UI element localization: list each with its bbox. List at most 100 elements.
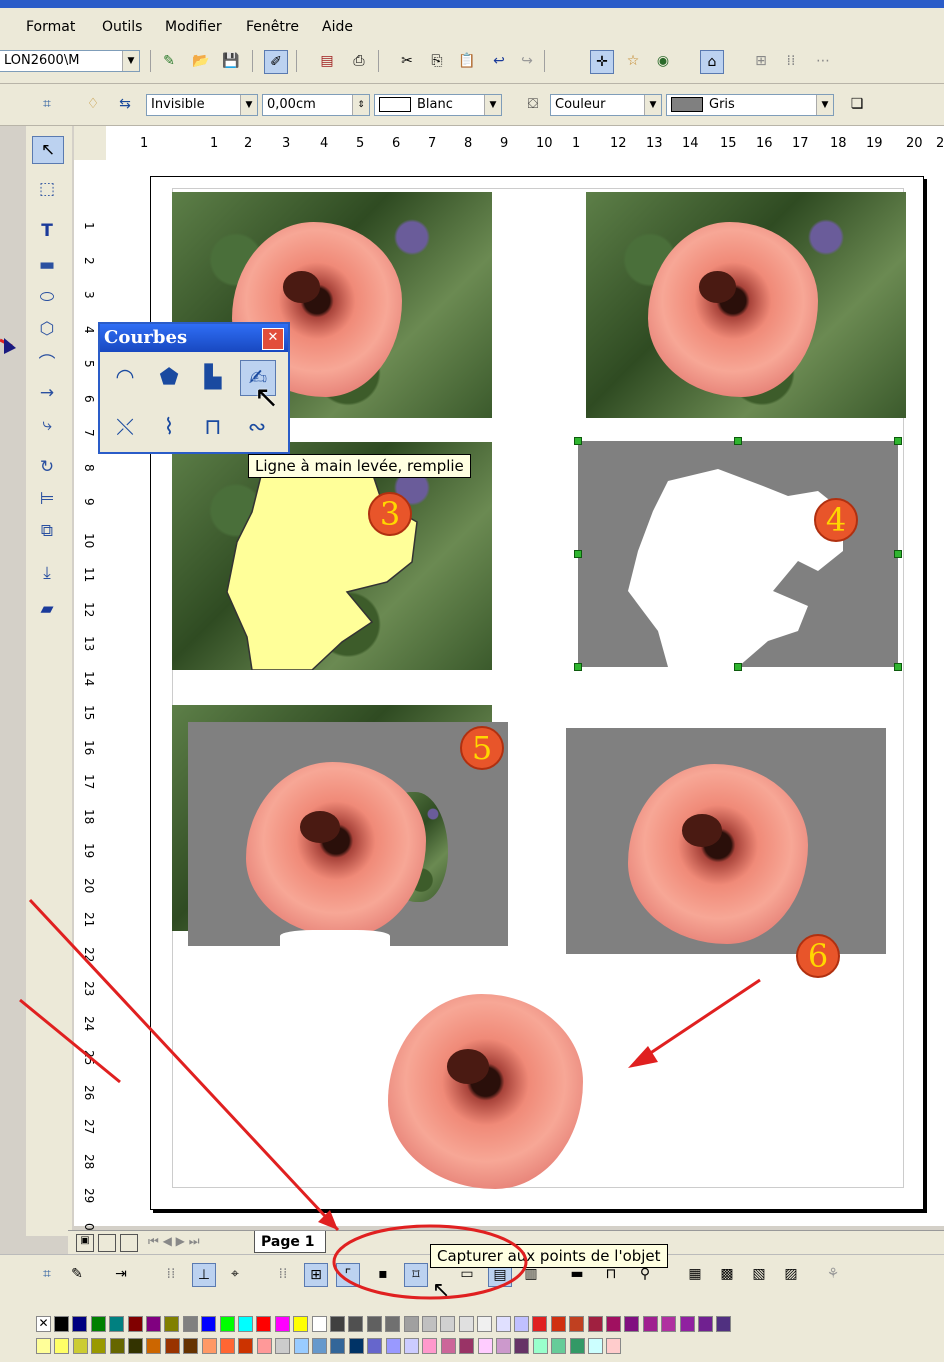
color-swatch[interactable] — [274, 1316, 290, 1332]
color-swatch[interactable] — [146, 1338, 162, 1354]
snap-icon[interactable]: ⁞⁞ — [272, 1263, 294, 1285]
color-swatch[interactable] — [716, 1316, 732, 1332]
print-icon[interactable]: ⎙ — [348, 50, 370, 72]
menu-modifier[interactable]: Modifier — [165, 19, 222, 35]
color-swatch[interactable] — [459, 1338, 475, 1354]
pencil-icon[interactable]: ✎ — [66, 1263, 88, 1285]
color-swatch[interactable] — [164, 1338, 180, 1354]
color-swatch[interactable] — [496, 1338, 511, 1354]
line-color-select[interactable]: Blanc ▼ — [374, 94, 502, 116]
color-swatch[interactable] — [642, 1316, 658, 1332]
close-icon[interactable]: ✕ — [262, 328, 284, 350]
color-swatch[interactable] — [238, 1338, 254, 1354]
color-swatch[interactable] — [532, 1316, 548, 1332]
color-swatch[interactable] — [220, 1338, 235, 1354]
polygon-filled-icon[interactable]: ⬟ — [152, 360, 186, 394]
poppy-photo-2[interactable] — [586, 192, 906, 418]
selection-handle[interactable] — [894, 663, 902, 671]
polygon-45-outline-icon[interactable]: ⊓ — [196, 410, 230, 444]
color-swatch[interactable] — [404, 1338, 419, 1354]
color-swatch[interactable] — [256, 1338, 272, 1354]
color-swatch[interactable] — [569, 1316, 585, 1332]
paste-icon[interactable]: 📋 — [456, 50, 478, 72]
pdf-export-icon[interactable]: ▤ — [316, 50, 338, 72]
color-swatch[interactable] — [330, 1316, 345, 1332]
color-swatch[interactable] — [679, 1316, 695, 1332]
color-swatch[interactable] — [293, 1316, 309, 1332]
text-edit-icon[interactable]: ⇥ — [110, 1263, 132, 1285]
3d-effects-icon[interactable]: ▰ — [32, 596, 62, 622]
master-view-icon[interactable] — [98, 1234, 116, 1252]
gallery-icon[interactable]: ◉ — [652, 50, 674, 72]
connectors-icon[interactable]: ⤷ — [32, 412, 62, 438]
undo-icon[interactable]: ↩ — [488, 50, 510, 72]
color-swatch[interactable] — [661, 1316, 677, 1332]
document-combo[interactable]: LON2600\M ▼ — [0, 50, 140, 72]
chevron-down-icon[interactable]: ▼ — [644, 95, 661, 115]
color-swatch[interactable] — [91, 1338, 107, 1354]
selection-handle[interactable] — [734, 437, 742, 445]
layer-view-icon[interactable] — [120, 1234, 138, 1252]
cut-icon[interactable]: ✂ — [396, 50, 418, 72]
edit-file-icon[interactable]: ✎ — [158, 50, 180, 72]
chevron-down-icon[interactable]: ▼ — [816, 95, 833, 115]
color-swatch[interactable] — [385, 1316, 401, 1332]
color-swatch[interactable] — [366, 1316, 382, 1332]
rectangle-tool-icon[interactable]: ▬ — [32, 252, 62, 278]
selection-handle[interactable] — [574, 663, 582, 671]
polygon-outline-icon[interactable]: ⌇ — [152, 410, 186, 444]
snap-frame-icon[interactable]: ⌜ — [336, 1263, 360, 1287]
curve-icon[interactable]: ◠ — [108, 360, 142, 394]
snap-grid-icon[interactable]: ⌖ — [224, 1263, 246, 1285]
menu-outils[interactable]: Outils — [102, 19, 142, 35]
snap-border-icon[interactable]: ▪ — [372, 1263, 394, 1285]
color-swatch[interactable] — [127, 1316, 143, 1332]
arrange-icon[interactable]: ⧉ — [32, 518, 62, 544]
color-swatch[interactable] — [385, 1338, 401, 1354]
color-swatch[interactable] — [606, 1316, 621, 1332]
select-arrow-icon[interactable]: ↖ — [32, 136, 64, 164]
color-swatch[interactable] — [312, 1338, 327, 1354]
chevron-down-icon[interactable]: ▼ — [122, 51, 139, 71]
color-swatch[interactable] — [551, 1338, 567, 1354]
quality-color-icon[interactable]: ▦ — [684, 1263, 706, 1285]
quality-contrast-icon[interactable]: ▨ — [780, 1263, 802, 1285]
color-swatch[interactable] — [514, 1316, 529, 1332]
open-folder-icon[interactable]: 📂 — [190, 50, 212, 72]
color-swatch[interactable] — [330, 1338, 346, 1354]
horizontal-ruler[interactable] — [106, 126, 944, 161]
color-swatch[interactable] — [514, 1338, 530, 1354]
rotate-icon[interactable]: ↻ — [32, 454, 62, 480]
chevron-down-icon[interactable]: ▼ — [484, 95, 501, 115]
quality-gray-icon[interactable]: ▩ — [716, 1263, 738, 1285]
color-swatch[interactable] — [90, 1316, 106, 1332]
color-swatch[interactable] — [146, 1316, 161, 1332]
save-icon[interactable]: 💾 — [220, 50, 242, 72]
line-style-select[interactable]: Invisible ▼ — [146, 94, 258, 116]
color-swatch[interactable] — [183, 1338, 199, 1354]
helplines-move-icon[interactable]: ⊥ — [192, 1263, 216, 1287]
arrow-style-icon[interactable]: ⇆ — [114, 93, 136, 115]
layout-view-icon[interactable]: ▣ — [76, 1234, 94, 1252]
color-swatch[interactable] — [311, 1316, 327, 1332]
lines-arrows-icon[interactable]: → — [32, 380, 62, 406]
color-swatch[interactable] — [36, 1338, 51, 1354]
selection-handle[interactable] — [734, 663, 742, 671]
color-swatch[interactable] — [440, 1316, 456, 1332]
quality-bw-icon[interactable]: ▧ — [748, 1263, 770, 1285]
hand-icon[interactable]: ⚘ — [822, 1263, 844, 1285]
points-icon[interactable]: ⌗ — [36, 93, 58, 115]
color-swatch[interactable] — [348, 1338, 364, 1354]
color-swatch[interactable] — [54, 1338, 70, 1354]
selection-handle[interactable] — [574, 437, 582, 445]
menu-fenetre[interactable]: Fenêtre — [246, 19, 299, 35]
menu-aide[interactable]: Aide — [322, 19, 353, 35]
copy-icon[interactable]: ⎘ — [426, 50, 448, 72]
color-swatch[interactable] — [367, 1338, 383, 1354]
helplines-icon[interactable]: ✛ — [590, 50, 614, 74]
color-swatch[interactable] — [109, 1338, 125, 1354]
color-swatch[interactable] — [698, 1316, 713, 1332]
color-swatch[interactable] — [588, 1338, 603, 1354]
ellipse-tool-icon[interactable]: ⬭ — [32, 284, 62, 310]
area-color-select[interactable]: Gris ▼ — [666, 94, 834, 116]
